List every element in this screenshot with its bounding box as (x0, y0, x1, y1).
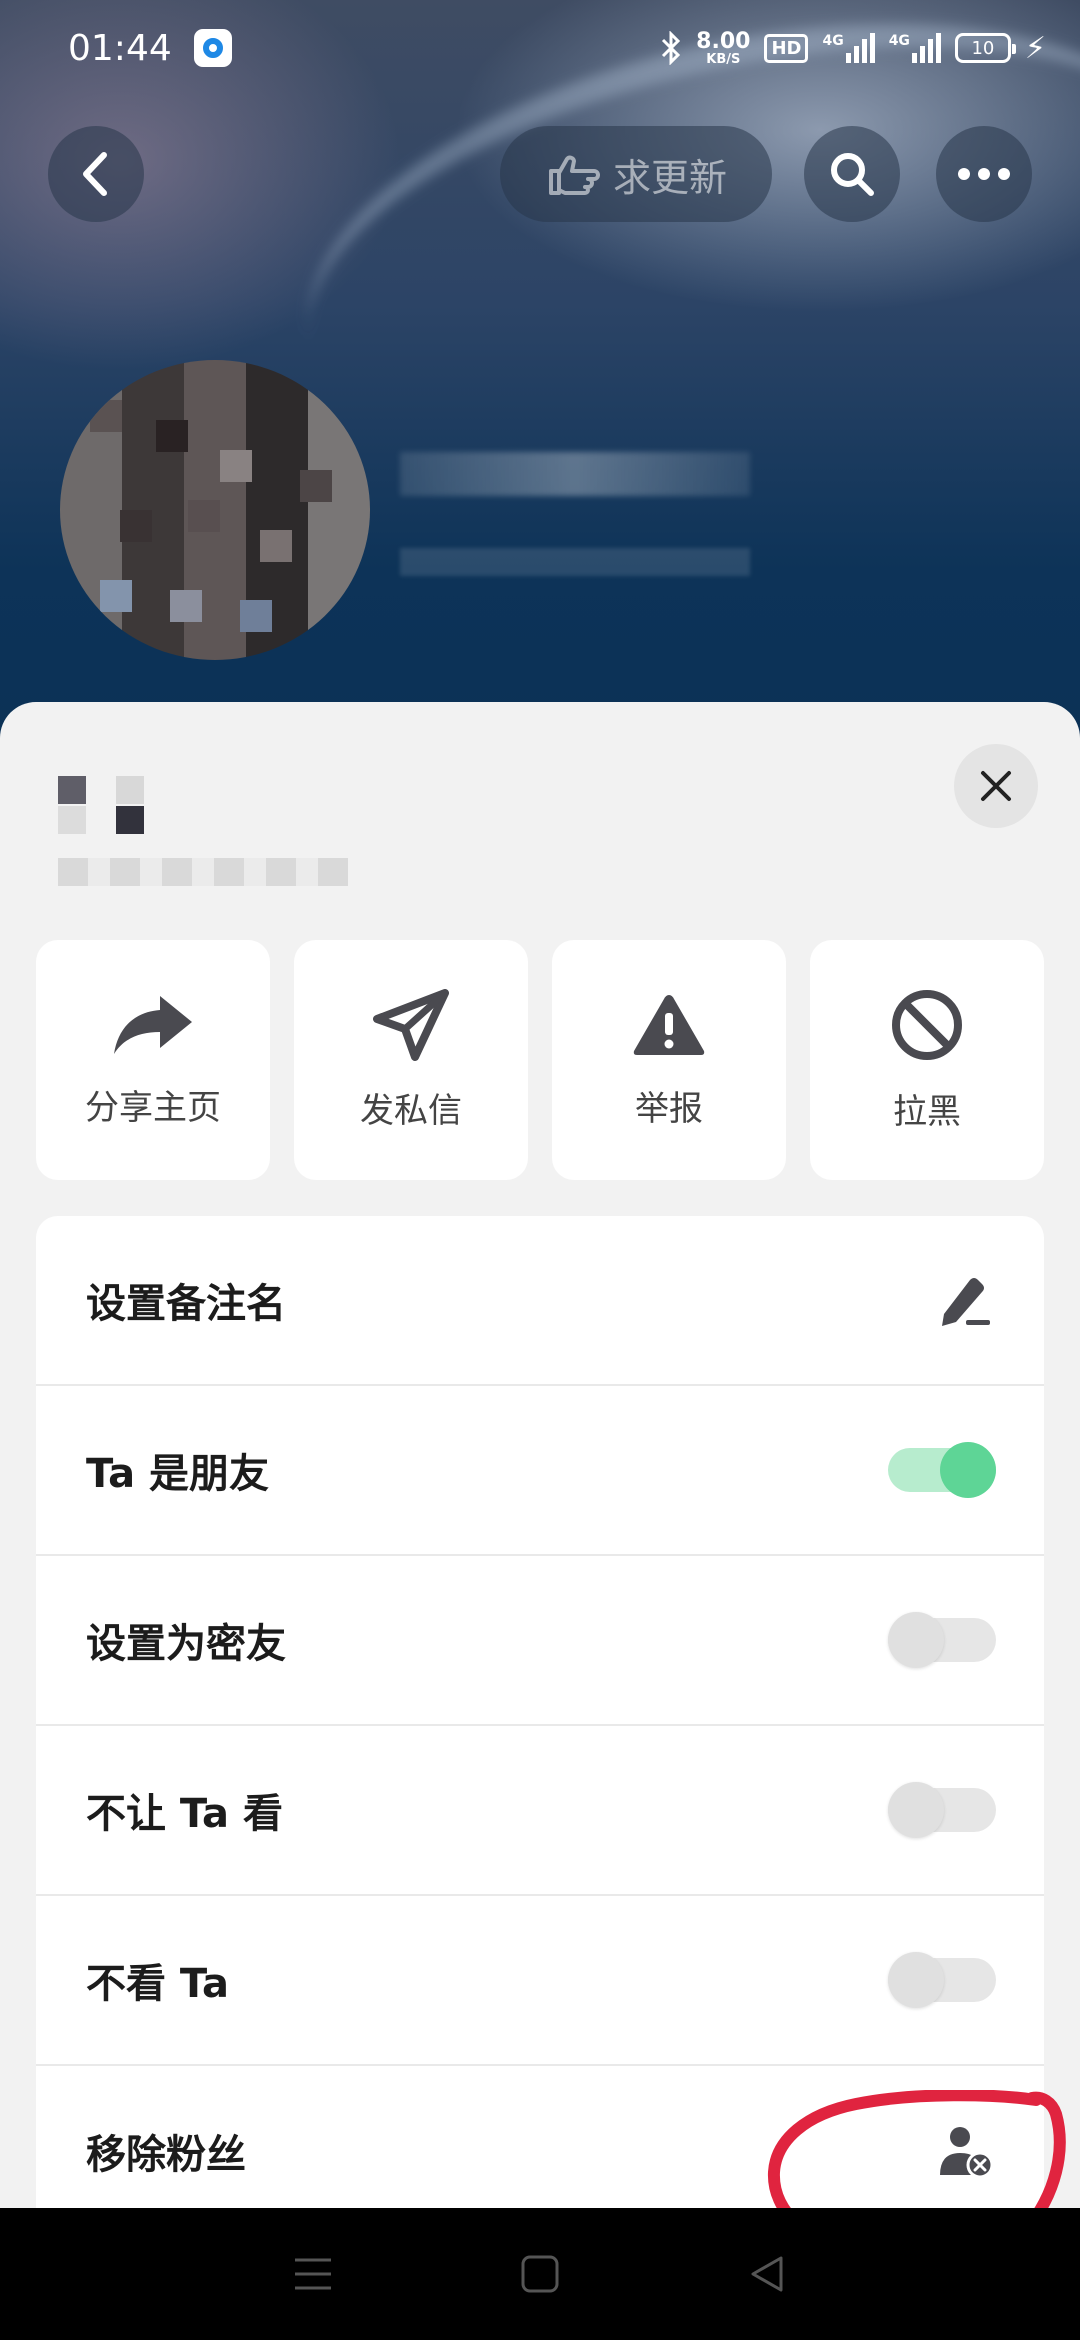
block-label: 拉黑 (893, 1091, 961, 1132)
edit-pencil-icon[interactable] (936, 1272, 996, 1328)
app-notification-icon (193, 29, 232, 67)
chevron-left-icon (83, 152, 107, 196)
network-speed-unit: KB/S (706, 51, 741, 67)
network-speed: 8.00 KB/S (696, 28, 751, 67)
charging-icon: ⚡ (1024, 30, 1046, 66)
pointing-hand-icon (548, 155, 600, 195)
report-button[interactable]: 举报 (552, 940, 786, 1180)
remove-follower-label: 移除粉丝 (86, 2132, 246, 2178)
search-button[interactable] (804, 126, 900, 222)
back-nav-icon[interactable] (747, 2254, 787, 2294)
set-remark-name-row[interactable]: 设置备注名 (36, 1216, 1044, 1386)
more-dots-icon (958, 168, 1010, 180)
share-icon (114, 995, 192, 1054)
system-navigation-bar (0, 2208, 1080, 2340)
send-icon (373, 988, 449, 1061)
send-message-button[interactable]: 发私信 (294, 940, 528, 1180)
share-profile-button[interactable]: 分享主页 (36, 940, 270, 1180)
set-remark-name-label: 设置备注名 (86, 1281, 286, 1327)
status-bar: 01:44 8.00 KB/S HD 4G 4G 10 ⚡ (0, 0, 1080, 96)
sheet-user-id-obscured (58, 858, 348, 886)
mute-user-toggle[interactable] (888, 1952, 996, 2008)
profile-actions-sheet: 分享主页 发私信 举报 拉黑 设置备注名 Ta 是朋友 设置为密友 不让 Ta … (0, 702, 1080, 2208)
home-icon[interactable] (520, 2254, 560, 2294)
profile-subtitle-obscured (400, 548, 750, 576)
sheet-user-name-obscured (58, 776, 148, 836)
status-time: 01:44 (68, 27, 172, 69)
signal-1-tag: 4G (822, 33, 844, 49)
block-button[interactable]: 拉黑 (810, 940, 1044, 1180)
profile-name-obscured (400, 452, 750, 496)
close-icon (981, 771, 1011, 801)
is-friend-label: Ta 是朋友 (86, 1451, 270, 1497)
network-speed-value: 8.00 (696, 28, 751, 54)
mute-user-label: 不看 Ta (86, 1961, 230, 2007)
request-update-label: 求更新 (612, 155, 727, 200)
close-friend-toggle[interactable] (888, 1612, 996, 1668)
close-button[interactable] (954, 744, 1038, 828)
is-friend-row[interactable]: Ta 是朋友 (36, 1386, 1044, 1556)
close-friend-label: 设置为密友 (86, 1621, 286, 1667)
more-button[interactable] (936, 126, 1032, 222)
signal-bars-icon (845, 33, 875, 63)
relationship-settings-list: 设置备注名 Ta 是朋友 设置为密友 不让 Ta 看 不看 Ta 移除粉丝 (36, 1216, 1044, 2208)
signal-2-tag: 4G (888, 33, 910, 49)
bluetooth-icon (662, 31, 681, 65)
battery-icon: 10 (954, 33, 1016, 63)
quick-actions: 分享主页 发私信 举报 拉黑 (36, 940, 1044, 1180)
hd-badge: HD (764, 33, 809, 63)
signal-1: 4G (822, 33, 875, 63)
is-friend-toggle[interactable] (888, 1442, 996, 1498)
hide-from-user-label: 不让 Ta 看 (86, 1791, 283, 1837)
report-label: 举报 (635, 1088, 703, 1129)
back-button[interactable] (48, 126, 144, 222)
status-indicators: 8.00 KB/S HD 4G 4G 10 ⚡ (660, 28, 1046, 67)
signal-2: 4G (889, 33, 941, 63)
search-icon (831, 153, 874, 196)
remove-follower-icon[interactable] (936, 2123, 996, 2179)
hide-from-user-toggle[interactable] (888, 1782, 996, 1838)
warning-icon (633, 994, 705, 1055)
remove-follower-row[interactable]: 移除粉丝 (36, 2066, 1044, 2208)
block-icon (892, 989, 962, 1060)
signal-bars-icon (911, 33, 941, 63)
share-profile-label: 分享主页 (85, 1087, 221, 1128)
menu-icon[interactable] (293, 2254, 333, 2294)
close-friend-row[interactable]: 设置为密友 (36, 1556, 1044, 1726)
request-update-button[interactable]: 求更新 (500, 126, 772, 222)
mute-user-row[interactable]: 不看 Ta (36, 1896, 1044, 2066)
battery-level: 10 (971, 37, 995, 59)
send-message-label: 发私信 (360, 1090, 462, 1131)
hide-from-user-row[interactable]: 不让 Ta 看 (36, 1726, 1044, 1896)
avatar[interactable] (60, 360, 370, 660)
